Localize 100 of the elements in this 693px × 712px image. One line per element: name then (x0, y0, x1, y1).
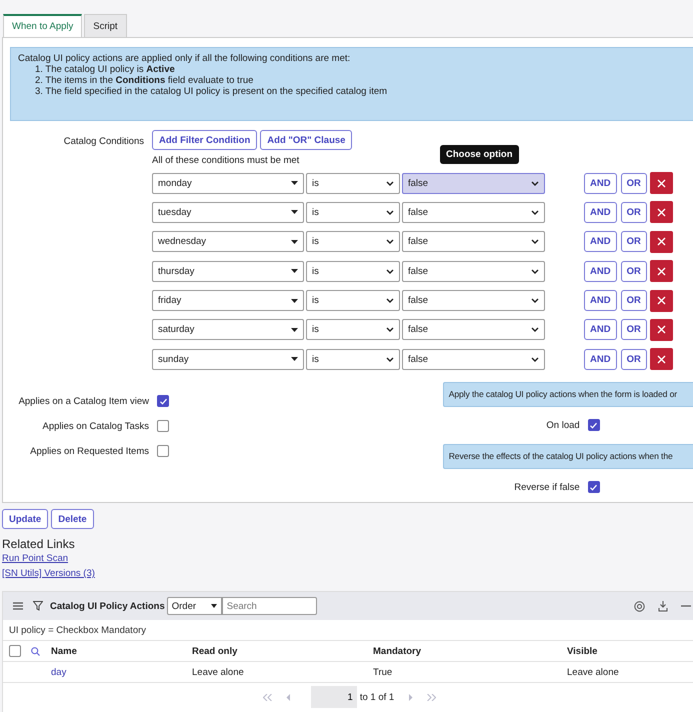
or-button[interactable]: OR (620, 290, 647, 312)
page-range: to 1 of 1 (360, 692, 394, 702)
related-link[interactable]: Run Point Scan (2, 553, 68, 564)
chevron-icon (386, 327, 394, 332)
and-button[interactable]: AND (584, 202, 617, 223)
add-button[interactable]: Add "OR" Clause (260, 130, 352, 150)
chevron-icon (386, 210, 394, 215)
operator-select[interactable]: is (306, 319, 400, 340)
tooltip: Choose option (440, 145, 518, 164)
operator-select[interactable]: is (306, 231, 400, 252)
value-select[interactable]: false (402, 348, 545, 370)
checkbox-label: Reverse if false (514, 482, 580, 493)
caret-icon (291, 210, 298, 214)
and-button[interactable]: AND (584, 290, 617, 312)
value-select[interactable]: false (402, 260, 545, 282)
or-button[interactable]: OR (620, 231, 647, 252)
or-button[interactable]: OR (620, 348, 647, 370)
delete-button[interactable] (650, 201, 673, 224)
action-button[interactable]: Update (2, 509, 48, 529)
caret-icon (291, 240, 298, 244)
chevron-icon (386, 239, 394, 244)
page-field[interactable]: 1 (310, 686, 357, 708)
delete-button[interactable] (650, 318, 673, 341)
checkbox[interactable] (588, 419, 600, 432)
delete-button[interactable] (650, 172, 673, 194)
conditions-summary: All of these conditions must be met (152, 154, 300, 166)
caret-icon (291, 328, 298, 332)
checkbox[interactable] (157, 420, 169, 432)
column-header[interactable]: Visible (567, 646, 598, 656)
chevron-icon (531, 298, 539, 304)
value-select[interactable]: false (402, 231, 545, 252)
field-select[interactable]: thursday (152, 260, 304, 282)
column-header[interactable]: Read only (192, 646, 238, 656)
operator-select[interactable]: is (306, 172, 400, 194)
operator-select[interactable]: is (306, 202, 400, 223)
value-select[interactable]: false (402, 172, 545, 194)
field-select[interactable]: sunday (152, 348, 304, 370)
action-button[interactable]: Delete (51, 509, 94, 529)
chevron-icon (531, 239, 539, 244)
or-button[interactable]: OR (620, 172, 647, 194)
and-button[interactable]: AND (584, 319, 617, 340)
hint-box: Apply the catalog UI policy actions when the form is loaded or (442, 382, 693, 407)
download-icon[interactable] (658, 600, 668, 612)
delete-button[interactable] (650, 260, 673, 282)
list-title: Catalog UI Policy Actions (50, 600, 165, 612)
close-icon (656, 296, 666, 306)
info-text: Catalog UI policy actions are applied only if all the following conditions are met: (18, 53, 352, 64)
field-select[interactable]: friday (152, 290, 304, 312)
chevron-icon (531, 327, 539, 332)
filter-text: UI policy = Checkbox Mandatory (9, 624, 146, 636)
tab[interactable]: Script (84, 14, 127, 37)
chevron-icon (531, 356, 539, 362)
operator-select[interactable]: is (306, 348, 400, 370)
section-title: Related Links (2, 537, 76, 551)
tab[interactable]: When to Apply (3, 14, 82, 37)
close-icon (656, 208, 666, 217)
order-select[interactable]: Order (166, 597, 222, 615)
column-header[interactable]: Name (51, 646, 77, 656)
column-header[interactable]: Mandatory (373, 646, 422, 656)
info-item: 2. The items in the Conditions field evaluate to true (34, 75, 254, 86)
field-select[interactable]: saturday (152, 319, 304, 340)
and-button[interactable]: AND (584, 348, 617, 370)
field-select[interactable]: monday (152, 172, 304, 194)
hint-box: Reverse the effects of the catalog UI policy actions when the (442, 444, 693, 469)
minimize-icon[interactable] (680, 605, 691, 607)
chevron-icon (386, 298, 394, 304)
value-select[interactable]: false (402, 290, 545, 312)
search-field[interactable]: Search (222, 597, 317, 615)
record-link[interactable]: day (51, 666, 66, 678)
or-button[interactable]: OR (620, 319, 647, 340)
and-button[interactable]: AND (584, 231, 617, 252)
delete-button[interactable] (650, 230, 673, 253)
info-item: 3. The field specified in the catalog UI policy is present on the specified catalog item (34, 86, 388, 97)
search-icon[interactable] (31, 646, 40, 656)
filter-icon[interactable] (33, 601, 43, 611)
menu-icon[interactable] (13, 602, 23, 610)
add-button[interactable]: Add Filter Condition (152, 130, 258, 150)
and-button[interactable]: AND (584, 172, 617, 194)
related-link[interactable]: [SN Utils] Versions (3) (2, 568, 95, 579)
checkbox[interactable] (157, 445, 169, 458)
value-select[interactable]: false (402, 319, 545, 340)
operator-select[interactable]: is (306, 290, 400, 312)
delete-button[interactable] (650, 290, 673, 312)
chevron-icon (386, 180, 394, 186)
field-label: Catalog Conditions (64, 136, 144, 147)
caret-icon (210, 604, 217, 608)
table-cell: Leave alone (567, 666, 619, 678)
table-cell: Leave alone (192, 666, 244, 678)
and-button[interactable]: AND (584, 260, 617, 282)
operator-select[interactable]: is (306, 260, 400, 282)
field-select[interactable]: tuesday (152, 202, 304, 223)
checkbox[interactable] (157, 395, 169, 408)
field-select[interactable]: wednesday (152, 231, 304, 252)
value-select[interactable]: false (402, 202, 545, 223)
checkbox[interactable] (588, 481, 600, 494)
settings-icon[interactable] (634, 600, 645, 612)
or-button[interactable]: OR (620, 260, 647, 282)
delete-button[interactable] (650, 348, 673, 370)
or-button[interactable]: OR (620, 202, 647, 223)
select-all-checkbox[interactable] (9, 645, 21, 657)
